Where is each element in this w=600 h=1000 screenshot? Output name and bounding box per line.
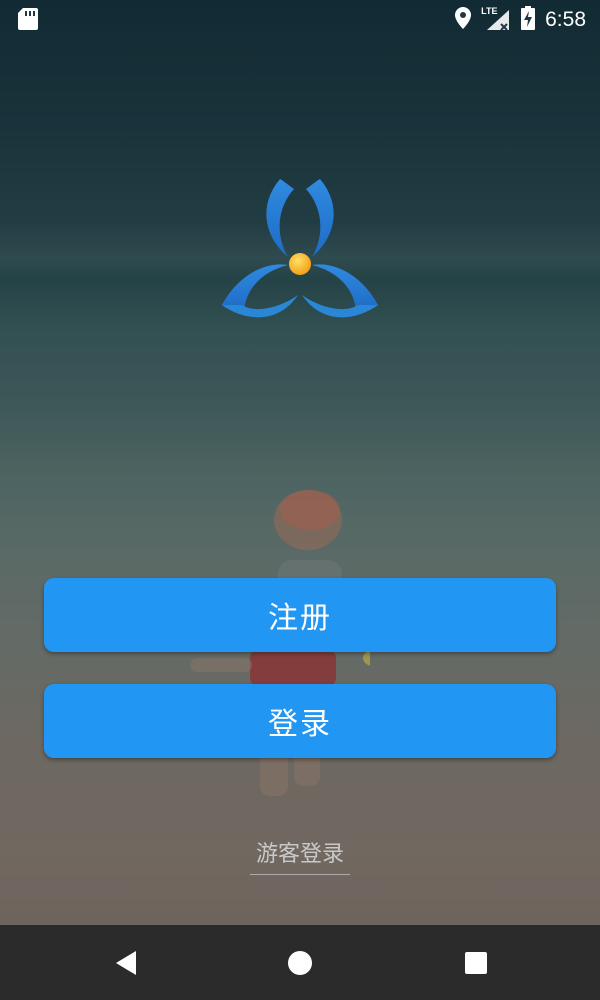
status-bar: LTE 6:58	[0, 0, 600, 38]
guest-login-link[interactable]: 游客登录	[250, 836, 350, 875]
signal-icon: LTE	[481, 6, 511, 32]
register-button[interactable]: 注册	[44, 578, 556, 652]
tri-petal-logo-icon	[222, 179, 378, 318]
location-icon	[455, 7, 472, 33]
child-figure-image	[190, 490, 370, 796]
status-time: 6:58	[545, 8, 586, 31]
navigation-bar	[0, 925, 600, 1000]
recent-apps-icon[interactable]	[460, 947, 492, 979]
back-icon[interactable]	[110, 947, 142, 979]
home-icon[interactable]	[284, 947, 316, 979]
sd-card-icon	[18, 8, 38, 34]
battery-charging-icon	[521, 6, 536, 34]
login-button[interactable]: 登录	[44, 684, 556, 758]
